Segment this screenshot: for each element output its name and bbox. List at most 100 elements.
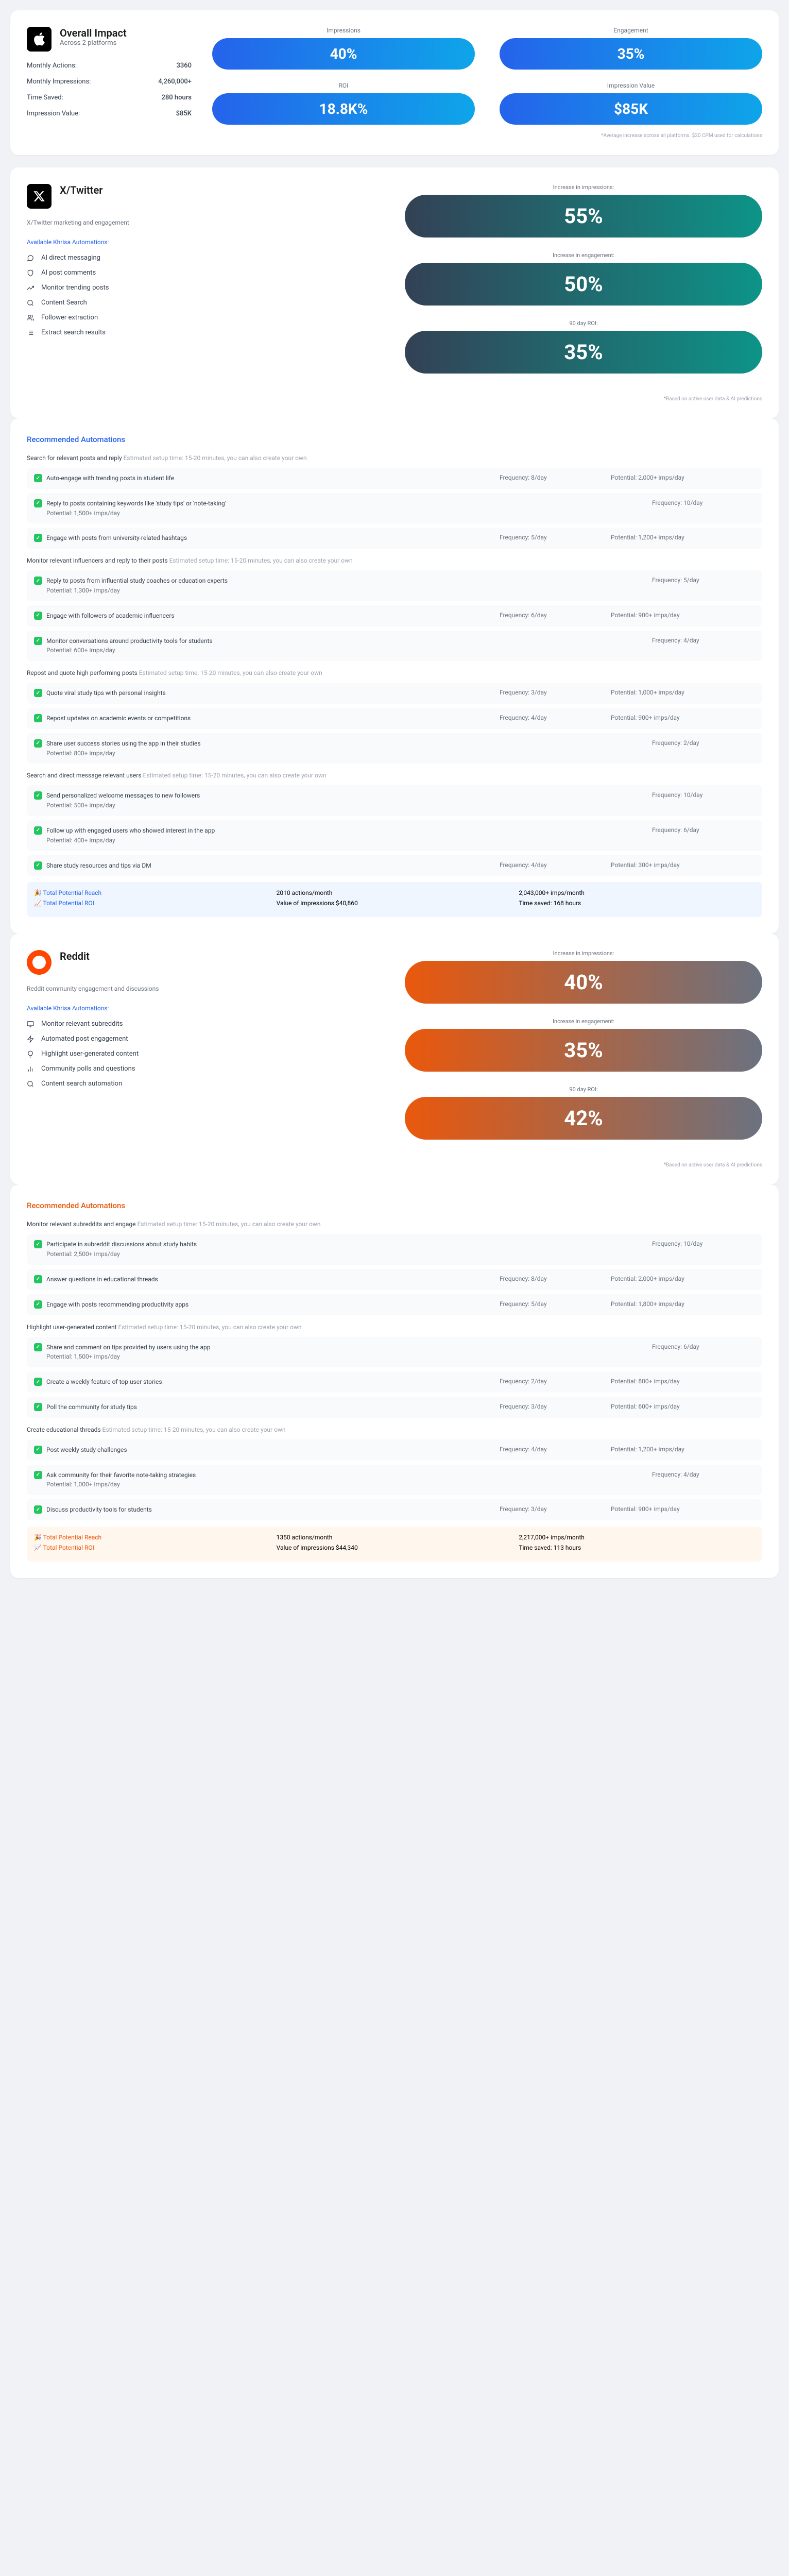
feature-label: Monitor relevant subreddits xyxy=(41,1020,123,1028)
rec-potential: Potential: 2,000+ imps/day xyxy=(611,1275,755,1282)
recommendation-item[interactable]: ✓Share study resources and tips via DM F… xyxy=(27,855,762,876)
recommendation-item[interactable]: ✓Share user success stories using the ap… xyxy=(27,733,762,764)
metric-label: Monthly Actions: xyxy=(27,62,77,70)
rec-text: Share study resources and tips via DM xyxy=(46,861,151,870)
recommendation-item[interactable]: ✓Reply to posts containing keywords like… xyxy=(27,493,762,524)
recommendation-item[interactable]: ✓Post weekly study challenges Frequency:… xyxy=(27,1439,762,1461)
impact-pill: 40% xyxy=(212,38,475,70)
recommendation-item[interactable]: ✓Discuss productivity tools for students… xyxy=(27,1499,762,1520)
reach-label: 🎉 Total Potential Reach xyxy=(34,889,270,896)
rec-text: Reply to posts containing keywords like … xyxy=(46,499,226,518)
section-name: Highlight user-generated content xyxy=(27,1324,117,1331)
potential-under: Potential: 800+ imps/day xyxy=(46,749,201,758)
rec-frequency: Frequency: 2/day xyxy=(652,739,755,747)
metric-value: 3360 xyxy=(176,62,192,70)
recommendation-item[interactable]: ✓Ask community for their favorite note-t… xyxy=(27,1465,762,1496)
recommendation-item[interactable]: ✓Share and comment on tips provided by u… xyxy=(27,1337,762,1368)
rec-frequency: Frequency: 5/day xyxy=(652,577,755,584)
feature-item: Monitor trending posts xyxy=(27,284,384,292)
recommendation-item[interactable]: ✓ Repost updates on academic events or co… xyxy=(27,708,762,729)
feature-item: Automated post engagement xyxy=(27,1035,384,1043)
summary-time: Time saved: 113 hours xyxy=(519,1544,755,1551)
potential-under: Potential: 1,500+ imps/day xyxy=(46,509,226,518)
rec-text: Engage with posts from university-relate… xyxy=(46,534,187,543)
recommendation-item[interactable]: ✓Poll the community for study tips Frequ… xyxy=(27,1397,762,1418)
rec-text: Repost updates on academic events or com… xyxy=(46,714,191,723)
bulb-icon xyxy=(27,1050,35,1058)
rec-potential: Potential: 2,000+ imps/day xyxy=(611,474,755,481)
check-icon: ✓ xyxy=(34,714,42,722)
section-meta: Estimated setup time: 15-20 minutes, you… xyxy=(124,454,307,462)
check-icon: ✓ xyxy=(34,1300,42,1309)
recommendation-item[interactable]: ✓Create a weekly feature of top user sto… xyxy=(27,1371,762,1393)
rec-frequency: Frequency: 10/day xyxy=(652,499,755,506)
metric-label: Impression Value: xyxy=(27,110,80,117)
feature-label: AI post comments xyxy=(41,269,96,277)
rec-text: Auto-engage with trending posts in stude… xyxy=(46,474,174,483)
recommendation-item[interactable]: ✓ Auto-engage with trending posts in stud… xyxy=(27,468,762,489)
stat-pill: 40% xyxy=(405,961,762,1004)
stat-pill: 35% xyxy=(405,331,762,374)
recommendation-item[interactable]: ✓Monitor conversations around productivi… xyxy=(27,631,762,662)
stat-pill: 35% xyxy=(405,1029,762,1072)
check-icon: ✓ xyxy=(34,791,42,800)
users-icon xyxy=(27,314,35,321)
monitor-icon xyxy=(27,1021,35,1028)
rec-text: Monitor conversations around productivit… xyxy=(46,637,213,655)
check-icon: ✓ xyxy=(34,1343,42,1351)
feature-label: Content search automation xyxy=(41,1080,122,1088)
stat-label: Increase in engagement: xyxy=(405,252,762,259)
feature-item: Content search automation xyxy=(27,1080,384,1088)
section-name: Search for relevant posts and reply xyxy=(27,454,122,462)
recommendation-item[interactable]: ✓Answer questions in educational threads… xyxy=(27,1269,762,1290)
rec-text: Discuss productivity tools for students xyxy=(46,1505,152,1514)
rec-text: Quote viral study tips with personal ins… xyxy=(46,689,166,698)
feature-label: AI direct messaging xyxy=(41,254,100,262)
metric-label: Monthly Impressions: xyxy=(27,78,91,86)
pill-label: Impressions xyxy=(212,27,475,34)
section-name: Create educational threads xyxy=(27,1426,101,1433)
check-icon: ✓ xyxy=(34,474,42,482)
recommendation-item[interactable]: ✓Engage with followers of academic influ… xyxy=(27,605,762,626)
overall-subtitle: Across 2 platforms xyxy=(60,39,127,47)
rec-frequency: Frequency: 3/day xyxy=(500,1505,603,1513)
rec-frequency: Frequency: 4/day xyxy=(500,861,603,869)
platform-card-tw: X/Twitter X/Twitter marketing and engage… xyxy=(10,167,779,418)
rec-potential: Potential: 900+ imps/day xyxy=(611,714,755,721)
platform-footnote: *Based on active user data & AI predicti… xyxy=(405,396,762,402)
potential-under: Potential: 400+ imps/day xyxy=(46,836,215,845)
feature-label: Monitor trending posts xyxy=(41,284,109,292)
reach-label: 🎉 Total Potential Reach xyxy=(34,1534,270,1541)
pill-label: ROI xyxy=(212,82,475,89)
feature-item: Highlight user-generated content xyxy=(27,1050,384,1058)
feature-item: Content Search xyxy=(27,299,384,307)
rec-text: Answer questions in educational threads xyxy=(46,1275,158,1284)
summary-block: 🎉 Total Potential Reach📈 Total Potential… xyxy=(27,1527,762,1562)
recommendation-item[interactable]: ✓ Engage with posts recommending producti… xyxy=(27,1294,762,1315)
metrics-list: Monthly Actions: 3360 Monthly Impressions:… xyxy=(27,62,192,117)
recommendation-item[interactable]: ✓Engage with posts from university-relat… xyxy=(27,528,762,549)
stat-label: 90 day ROI: xyxy=(405,320,762,327)
rec-text: Send personalized welcome messages to ne… xyxy=(46,791,200,810)
recommendation-item[interactable]: ✓ Send personalized welcome messages to n… xyxy=(27,785,762,816)
recommendation-item[interactable]: ✓Reply to posts from influential study c… xyxy=(27,570,762,601)
rec-frequency: Frequency: 2/day xyxy=(500,1378,603,1385)
rec-text: Engage with followers of academic influe… xyxy=(46,612,175,620)
search-icon xyxy=(27,1080,35,1088)
shield-icon xyxy=(27,269,35,277)
section-name: Repost and quote high performing posts xyxy=(27,669,138,676)
recommendation-item[interactable]: ✓Follow up with engaged users who showed… xyxy=(27,820,762,851)
recommendation-item[interactable]: ✓Participate in subreddit discussions ab… xyxy=(27,1234,762,1265)
rec-text: Post weekly study challenges xyxy=(46,1446,127,1454)
recommendation-item[interactable]: ✓Quote viral study tips with personal in… xyxy=(27,683,762,704)
rec-frequency: Frequency: 6/day xyxy=(500,612,603,619)
rec-frequency: Frequency: 5/day xyxy=(500,1300,603,1308)
feature-label: Community polls and questions xyxy=(41,1065,135,1073)
rec-text: Engage with posts recommending productiv… xyxy=(46,1300,188,1309)
potential-under: Potential: 2,500+ imps/day xyxy=(46,1250,197,1259)
summary-block: 🎉 Total Potential Reach📈 Total Potential… xyxy=(27,882,762,917)
feature-label: Automated post engagement xyxy=(41,1035,128,1043)
check-icon: ✓ xyxy=(34,1471,42,1479)
check-icon: ✓ xyxy=(34,1378,42,1386)
stat-label: Increase in impressions: xyxy=(405,184,762,191)
